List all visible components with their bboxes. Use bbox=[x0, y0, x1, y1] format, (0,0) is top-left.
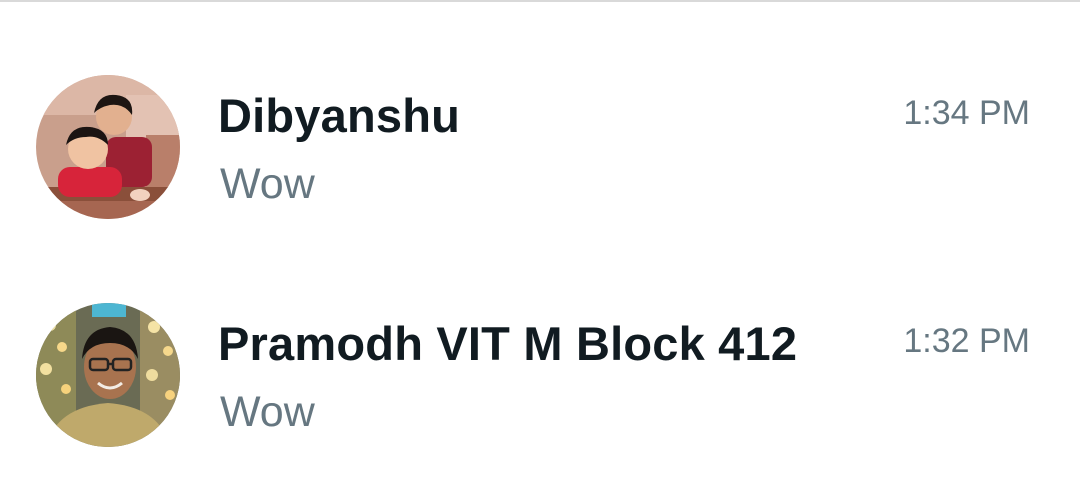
last-message-preview: Wow bbox=[220, 160, 315, 208]
chat-list: Dibyanshu Wow 1:34 PM Pramodh VIT M Bloc… bbox=[0, 0, 1080, 498]
chat-item-dibyanshu[interactable]: Dibyanshu Wow 1:34 PM bbox=[0, 70, 1080, 230]
message-timestamp: 1:34 PM bbox=[903, 94, 1030, 132]
contact-name: Pramodh VIT M Block 412 bbox=[218, 317, 798, 370]
last-message-preview: Wow bbox=[220, 388, 315, 436]
avatar[interactable] bbox=[36, 75, 180, 219]
contact-name: Dibyanshu bbox=[218, 89, 461, 142]
avatar[interactable] bbox=[36, 303, 180, 447]
message-timestamp: 1:32 PM bbox=[903, 322, 1030, 360]
chat-item-pramodh[interactable]: Pramodh VIT M Block 412 Wow 1:32 PM bbox=[0, 298, 1080, 458]
